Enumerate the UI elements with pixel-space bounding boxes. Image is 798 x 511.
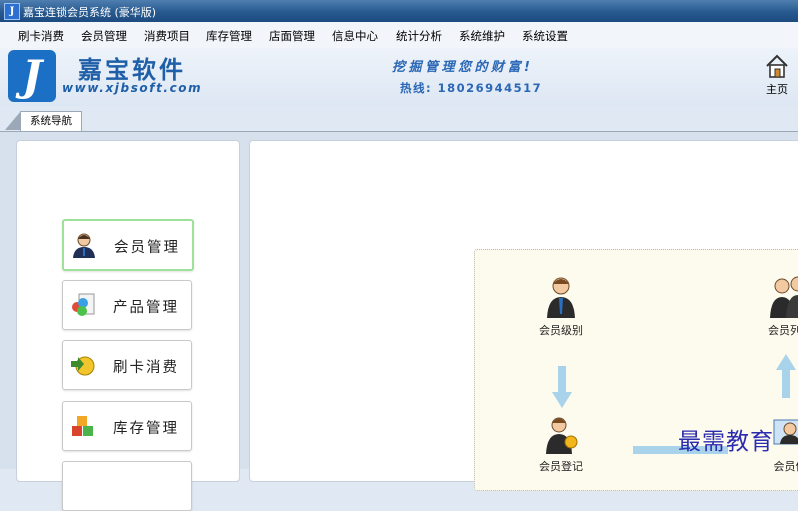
inventory-icon [72,416,93,436]
member-level-icon [547,277,575,318]
nav-inventory-label: 库存管理 [113,421,179,437]
menu-statistics[interactable]: 统计分析 [396,28,442,44]
nav-card-consume-label: 刷卡消费 [113,360,179,376]
home-label: 主页 [766,83,788,96]
home-button[interactable]: 主页 [760,53,794,101]
member-info-icon [773,419,798,445]
company-url: www.xjbsoft.com [62,81,203,95]
hotline: 热线: 18026944517 [400,81,543,95]
nav-card-consume-button[interactable]: 刷卡消费 [62,340,192,390]
nav-member-label: 会员管理 [114,240,180,256]
member-info-label: 会员信 [773,460,798,473]
menu-consume-items[interactable]: 消费项目 [144,28,190,44]
tab-system-navigation[interactable]: 系统导航 [20,111,82,131]
menu-inventory[interactable]: 库存管理 [206,28,252,44]
flow-member-list[interactable]: 会员列表 [750,274,798,338]
member-list-label: 会员列表 [768,324,798,337]
window-title: 嘉宝连锁会员系统 (豪华版) [23,6,157,19]
watermark: 最需教育 [678,429,774,455]
member-register-label: 会员登记 [539,460,583,473]
logo-icon: J [8,50,56,102]
flow-member-level[interactable]: 会员级别 [521,274,601,338]
menu-settings[interactable]: 系统设置 [522,28,568,44]
nav-product-management-button[interactable]: 产品管理 [62,280,192,330]
main-content: 会员管理 产品管理 刷卡消费 库存管理 会员级别 会员列 会员登记 会员 [0,132,798,511]
member-list-icon [770,276,798,318]
member-register-icon [546,417,578,454]
title-bar: J 嘉宝连锁会员系统 (豪华版) [0,0,798,22]
menu-bar: 刷卡消费 会员管理 消费项目 库存管理 店面管理 信息中心 统计分析 系统维护 … [0,22,798,49]
slogan: 挖掘管理您的财富! [392,60,534,75]
down-arrow-icon [552,366,572,408]
tab-corner [5,111,21,130]
nav-panel: 会员管理 产品管理 刷卡消费 库存管理 [16,140,240,511]
header-banner: J 嘉宝软件 www.xjbsoft.com 挖掘管理您的财富! 热线: 180… [0,48,798,106]
card-swipe-icon [71,356,95,376]
nav-member-management-button[interactable]: 会员管理 [62,219,194,271]
tab-strip: 系统导航 [0,106,798,132]
nav-inventory-button[interactable]: 库存管理 [62,401,192,451]
product-icon [72,293,95,316]
flow-member-register[interactable]: 会员登记 [521,414,601,474]
menu-card-consume[interactable]: 刷卡消费 [18,28,64,44]
member-icon [73,233,95,258]
menu-info-center[interactable]: 信息中心 [332,28,378,44]
nav-product-label: 产品管理 [113,300,179,316]
member-level-label: 会员级别 [539,324,583,337]
house-icon [766,54,788,78]
menu-store[interactable]: 店面管理 [269,28,315,44]
up-arrow-icon [776,354,796,398]
app-icon: J [4,3,20,20]
menu-member-management[interactable]: 会员管理 [81,28,127,44]
company-name: 嘉宝软件 [78,56,186,84]
menu-maintenance[interactable]: 系统维护 [459,28,505,44]
